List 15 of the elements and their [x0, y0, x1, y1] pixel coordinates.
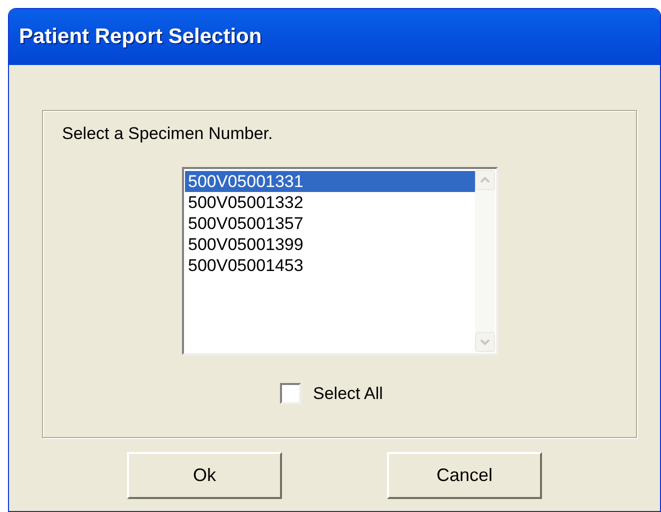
list-item[interactable]: 500V05001399 [185, 234, 475, 255]
dialog-button[interactable]: Ok [127, 452, 282, 499]
list-item[interactable]: 500V05001357 [185, 213, 475, 234]
list-item[interactable]: 500V05001331 [185, 171, 475, 192]
list-item[interactable]: 500V05001453 [185, 255, 475, 276]
prompt-text: Select a Specimen Number. [62, 123, 273, 145]
scroll-up-icon[interactable] [475, 170, 495, 190]
scroll-down-icon[interactable] [475, 332, 495, 352]
checkbox-label[interactable]: Select All [313, 381, 383, 406]
dialog-button[interactable]: Cancel [387, 452, 542, 499]
list-item[interactable]: 500V05001332 [185, 192, 475, 213]
specimen-list[interactable]: 500V05001331 500V05001332 500V05001357 500V05001399 500V05001453 [182, 167, 498, 355]
select-all-checkbox[interactable] [280, 383, 301, 404]
window-title: Patient Report Selection [19, 24, 262, 50]
scrollbar[interactable] [475, 170, 495, 352]
